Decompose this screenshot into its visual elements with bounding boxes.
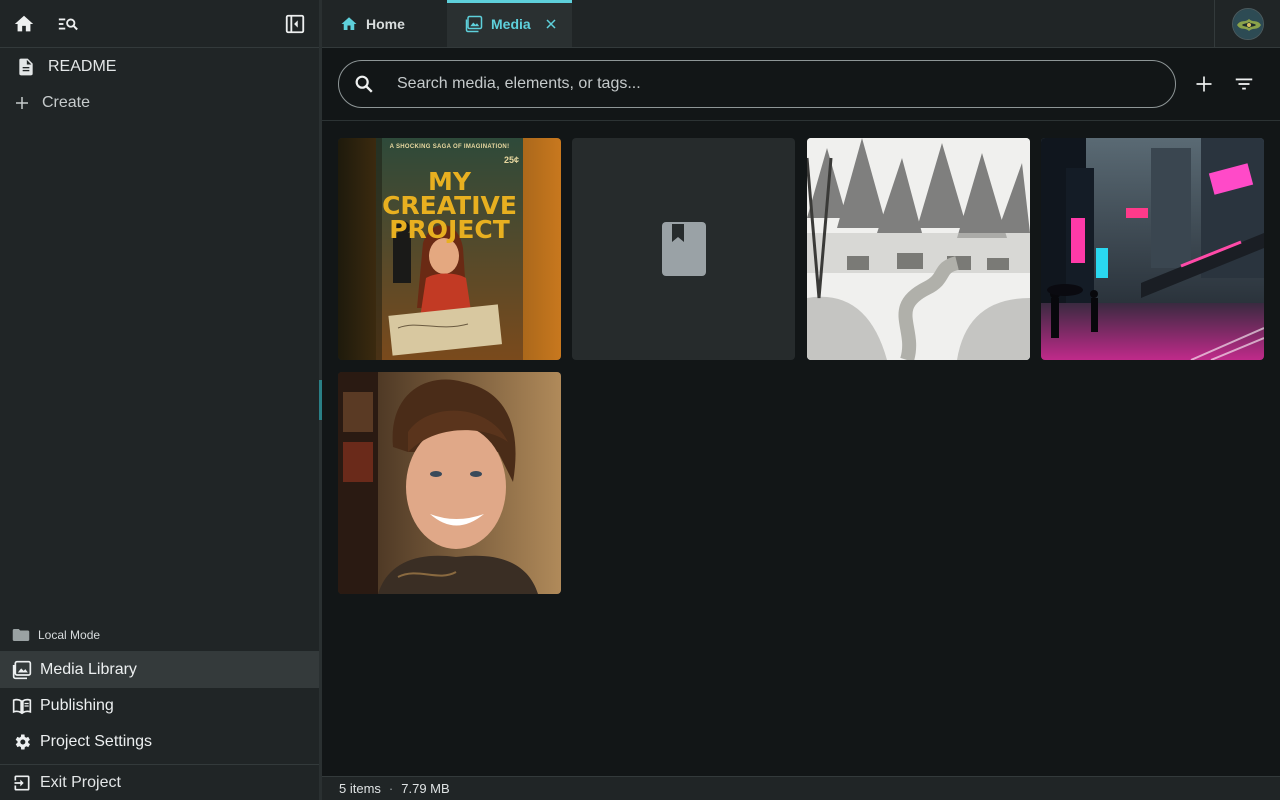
media-card-forest-village[interactable] [807, 138, 1030, 360]
main-area: Home Media Search media, elements, or ta… [322, 0, 1280, 800]
search-icon [353, 73, 375, 95]
media-icon [465, 15, 483, 33]
publishing-icon [12, 696, 32, 716]
create-button[interactable]: Create [0, 85, 319, 121]
exit-icon [12, 773, 32, 793]
media-card-portrait[interactable] [338, 372, 561, 594]
cover-title-line: PROJECT [389, 215, 510, 244]
search-input[interactable] [397, 64, 1176, 104]
tab-label: Media [491, 15, 531, 32]
forest-village-sketch [807, 138, 1030, 360]
tab-home[interactable]: Home [322, 0, 447, 47]
search-box [338, 60, 1177, 108]
item-count: 5 items [339, 781, 381, 796]
filter-button[interactable] [1224, 64, 1264, 104]
gear-icon [12, 732, 32, 752]
collapse-sidebar-icon [285, 14, 305, 33]
nav-item-publishing[interactable]: Publishing [0, 688, 319, 724]
tab-bar: Home Media [322, 0, 1280, 48]
folder-icon [12, 626, 30, 644]
cover-tagline: A SHOCKING SAGA OF IMAGINATION! [389, 144, 510, 150]
cover-title: MY CREATIVE PROJECT [338, 169, 561, 244]
media-card-pulp-cover[interactable]: A SHOCKING SAGA OF IMAGINATION! MY CREAT… [338, 138, 561, 360]
tab-media[interactable]: Media [447, 0, 572, 47]
tab-label: Home [366, 15, 405, 32]
mode-indicator: Local Mode [0, 620, 319, 650]
total-size: 7.79 MB [401, 781, 450, 796]
close-icon [546, 18, 556, 29]
tree-item-readme[interactable]: README [0, 49, 319, 85]
mode-label: Local Mode [38, 628, 101, 642]
home-button[interactable] [12, 12, 36, 36]
account-area [1214, 0, 1280, 47]
media-card-cyberpunk-city[interactable] [1041, 138, 1264, 360]
nav-item-project-settings[interactable]: Project Settings [0, 724, 319, 760]
collapse-sidebar-button[interactable] [283, 12, 307, 36]
status-separator: · [388, 781, 394, 796]
filter-icon [1235, 78, 1253, 90]
sidebar: README Create Local Mode Media Library P… [0, 0, 319, 800]
status-bar: 5 items · 7.79 MB [322, 776, 1280, 800]
document-icon [16, 57, 36, 77]
cover-price: 25¢ [504, 155, 520, 165]
cyberpunk-city-night [1041, 138, 1264, 360]
media-card-placeholder[interactable] [572, 138, 795, 360]
media-library-icon [12, 660, 32, 680]
avatar[interactable] [1231, 7, 1264, 40]
exit-project-button[interactable]: Exit Project [0, 764, 319, 800]
smiling-man-portrait [338, 372, 561, 594]
close-tab-button[interactable] [543, 16, 559, 32]
search-list-icon [58, 18, 78, 30]
media-toolbar [322, 48, 1280, 121]
nav-label: Project Settings [40, 733, 153, 750]
sidebar-header [0, 0, 319, 48]
home-icon [340, 15, 358, 33]
nav-label: Publishing [40, 697, 114, 714]
search-tree-button[interactable] [56, 12, 80, 36]
plus-icon [1196, 76, 1212, 92]
nav-item-media-library[interactable]: Media Library [0, 652, 319, 688]
nav-label: Media Library [40, 661, 137, 678]
home-icon [14, 15, 34, 31]
tree-item-label: README [48, 58, 117, 75]
avatar-emblem-icon [1232, 8, 1263, 39]
create-label: Create [42, 94, 91, 111]
sidebar-nav: Media Library Publishing Project Setting… [0, 651, 319, 760]
exit-label: Exit Project [40, 773, 121, 791]
add-media-button[interactable] [1184, 64, 1224, 104]
placeholder-book [662, 222, 706, 276]
plus-icon [12, 93, 32, 113]
